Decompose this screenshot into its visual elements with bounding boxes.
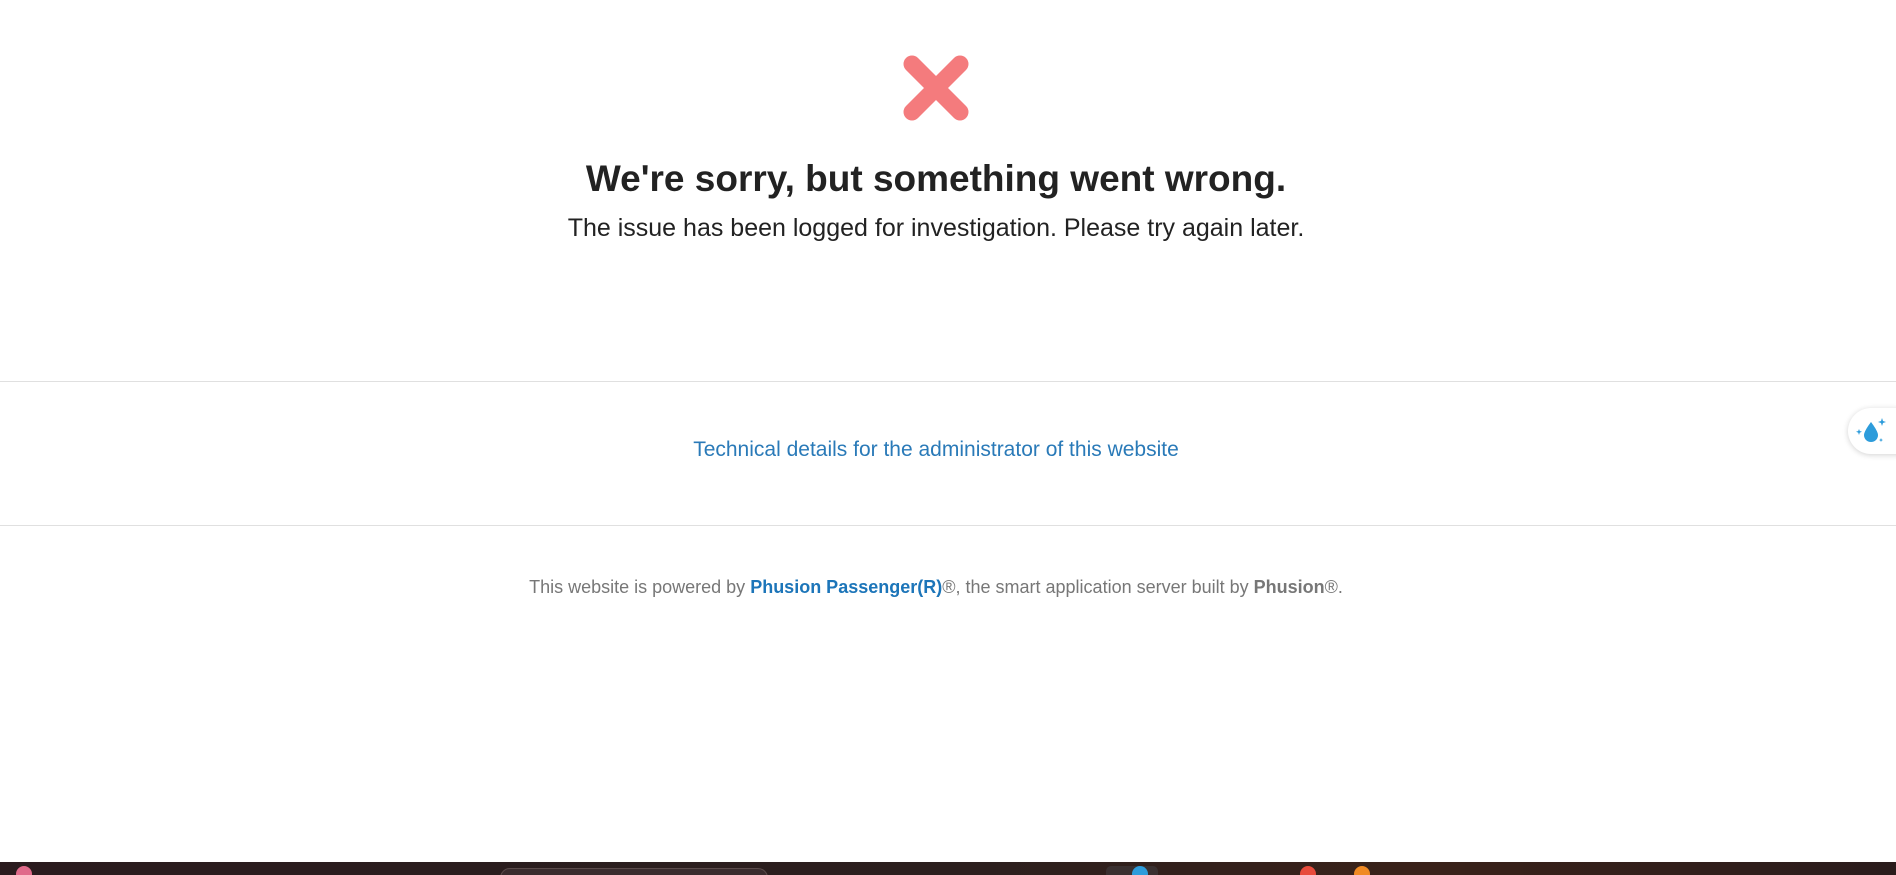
- powered-by-mid: ®, the smart application server built by: [942, 577, 1254, 597]
- error-message: The issue has been logged for investigat…: [567, 214, 1305, 242]
- powered-by-footer: This website is powered by Phusion Passe…: [0, 575, 1872, 599]
- taskbar-app-icon[interactable]: [1354, 866, 1370, 875]
- phusion-company-name: Phusion: [1253, 577, 1325, 597]
- technical-details-link[interactable]: Technical details for the administrator …: [0, 436, 1872, 464]
- taskbar-app-icon[interactable]: [1132, 866, 1148, 875]
- taskbar-app-icon[interactable]: [16, 866, 32, 875]
- divider-bottom: [0, 525, 1896, 526]
- powered-by-suffix: ®.: [1324, 577, 1343, 597]
- error-section: We're sorry, but something went wrong. T…: [0, 0, 1896, 381]
- taskbar-app-icon[interactable]: [1300, 866, 1316, 875]
- extension-floating-button[interactable]: [1848, 408, 1896, 454]
- phusion-passenger-link[interactable]: Phusion Passenger(R): [750, 577, 942, 597]
- powered-by-prefix: This website is powered by: [529, 577, 751, 597]
- water-drop-sparkle-icon: [1856, 418, 1886, 442]
- error-headline: We're sorry, but something went wrong.: [585, 158, 1287, 199]
- taskbar-search-box[interactable]: [500, 868, 768, 875]
- error-page: We're sorry, but something went wrong. T…: [0, 0, 1896, 875]
- os-taskbar: [0, 862, 1896, 875]
- divider-top: [0, 381, 1896, 382]
- red-x-icon: [903, 55, 969, 121]
